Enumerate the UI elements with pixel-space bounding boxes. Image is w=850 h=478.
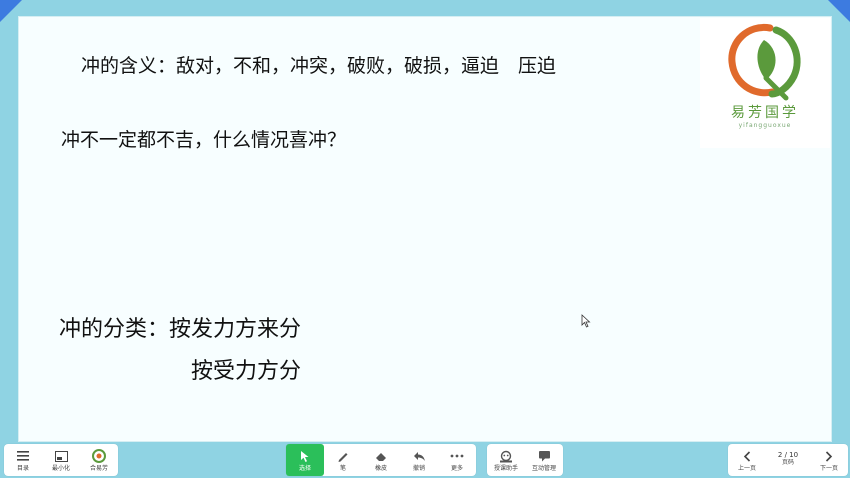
undo-button[interactable]: 撤销	[400, 444, 438, 476]
pen-tool-button[interactable]: 笔	[324, 444, 362, 476]
brand-button[interactable]: 合易芳	[80, 444, 118, 476]
slide-text-question: 冲不一定都不吉，什么情况喜冲？	[61, 129, 347, 151]
toolbar-tools-group: 选择 笔 橡皮 撤销 更多	[286, 444, 476, 476]
logo-name: 易芳国学	[731, 105, 799, 121]
interaction-button[interactable]: 互动管理	[525, 444, 563, 476]
menu-label: 目录	[16, 465, 29, 472]
more-label: 更多	[450, 465, 463, 472]
slide-text-classification: 冲的分类：按发力方来分	[59, 317, 302, 342]
menu-button[interactable]: 目录	[4, 444, 42, 476]
select-tool-button[interactable]: 选择	[286, 444, 324, 476]
slide-text-classification-2: 按受力方分	[191, 359, 302, 384]
eraser-tool-button[interactable]: 橡皮	[362, 444, 400, 476]
page-indicator[interactable]: 2 / 10 页码	[766, 444, 810, 476]
assistant-label: 授课助手	[493, 465, 518, 472]
toolbar-nav-group: 上一页 2 / 10 页码 下一页	[728, 444, 848, 476]
interaction-label: 互动管理	[531, 465, 556, 472]
more-icon	[450, 454, 464, 458]
brand-label: 合易芳	[89, 465, 108, 472]
next-page-button[interactable]: 下一页	[810, 444, 848, 476]
more-button[interactable]: 更多	[438, 444, 476, 476]
menu-icon	[17, 451, 29, 461]
prev-page-label: 上一页	[737, 465, 756, 472]
assistant-icon	[500, 450, 512, 462]
select-tool-label: 选择	[298, 465, 311, 472]
toolbar-extra-group: 授课助手 互动管理	[487, 444, 563, 476]
pen-icon	[338, 453, 348, 462]
assistant-button[interactable]: 授课助手	[487, 444, 525, 476]
chevron-right-icon	[825, 450, 833, 462]
logo-emblem-icon	[728, 23, 801, 101]
undo-icon	[413, 451, 425, 461]
pointer-icon	[301, 450, 309, 462]
next-page-label: 下一页	[819, 465, 838, 472]
eraser-tool-label: 橡皮	[374, 465, 387, 472]
brand-logo: 易芳国学 yifangguoxue	[700, 18, 830, 148]
page-number: 2 / 10	[777, 451, 799, 459]
minimize-icon	[54, 450, 68, 462]
toolbar-left-group: 目录 最小化 合易芳	[4, 444, 118, 476]
minimize-label: 最小化	[51, 465, 70, 472]
logo-icon	[92, 449, 106, 463]
pen-tool-label: 笔	[339, 465, 346, 472]
minimize-button[interactable]: 最小化	[42, 444, 80, 476]
chat-icon	[538, 451, 550, 462]
prev-page-button[interactable]: 上一页	[728, 444, 766, 476]
bottom-toolbar: 目录 最小化 合易芳 选择 笔 橡皮 撤销 更多 授课助手 互动管理 上一页 2…	[0, 442, 850, 478]
slide-text-meaning: 冲的含义：敌对，不和，冲突，破败，破损，逼迫 压迫	[81, 55, 557, 77]
logo-subtitle: yifangguoxue	[738, 122, 792, 129]
chevron-left-icon	[743, 450, 751, 462]
page-label: 页码	[781, 459, 794, 466]
eraser-icon	[375, 452, 386, 461]
mouse-cursor-icon	[581, 314, 591, 328]
undo-label: 撤销	[412, 465, 425, 472]
